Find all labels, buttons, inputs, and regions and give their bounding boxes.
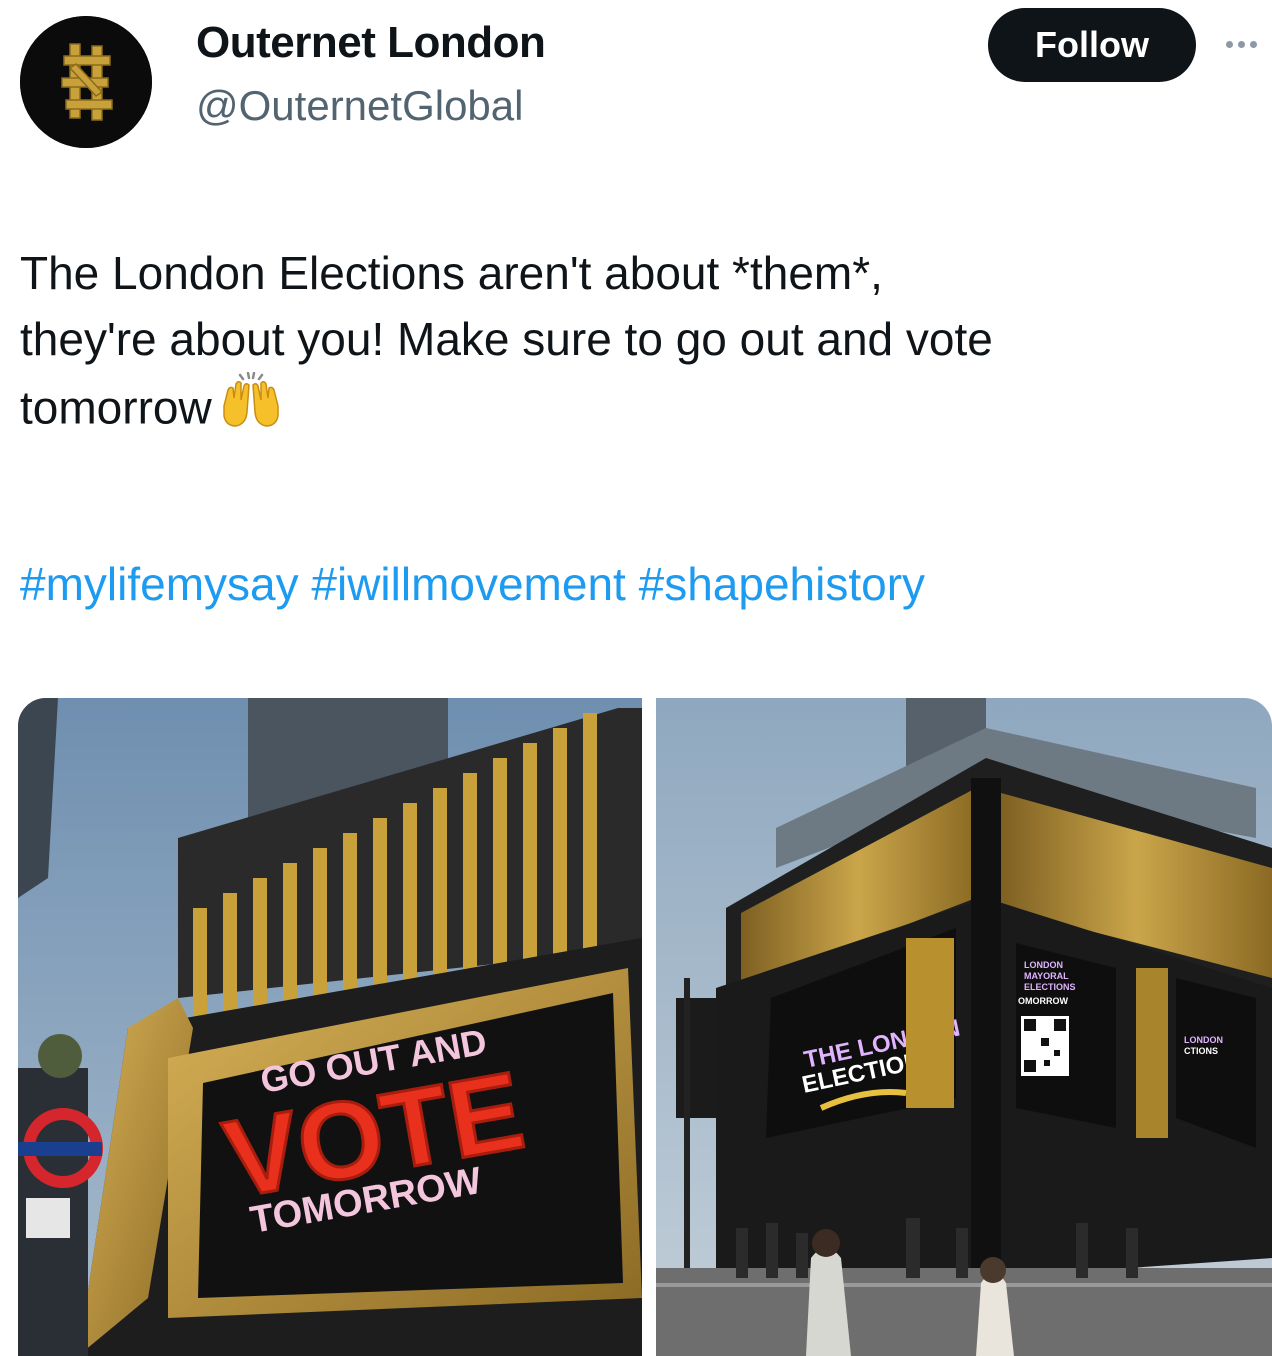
hashtag-mylifemysay[interactable]: #mylifemysay (20, 558, 299, 610)
follow-button[interactable]: Follow (988, 8, 1196, 82)
tweet-line: tomorrow (20, 371, 1250, 451)
tweet-line: The London Elections aren't about *them*… (20, 247, 883, 299)
screen-far-2: CTIONS (1184, 1046, 1218, 1056)
raising-hands-icon (218, 371, 284, 451)
outernet-logo-icon (20, 16, 152, 148)
tweet-line: they're about you! Make sure to go out a… (20, 313, 993, 365)
more-options-icon[interactable] (1226, 26, 1272, 62)
screen-side-2: MAYORAL (1024, 971, 1069, 981)
tweet-line-text: tomorrow (20, 381, 212, 434)
avatar[interactable] (20, 16, 152, 148)
screen-side-1: LONDON (1024, 960, 1063, 970)
more-dot (1250, 40, 1257, 48)
screen-side-3: ELECTIONS (1024, 982, 1076, 992)
hashtag-shapehistory[interactable]: #shapehistory (639, 558, 925, 610)
account-name[interactable]: Outernet London (196, 18, 546, 68)
hashtags: #mylifemysay #iwillmovement #shapehistor… (20, 554, 925, 614)
more-dot (1238, 40, 1245, 48)
photo-right[interactable]: THE LONDON ELECTIONS LONDON MAYORAL ELEC… (656, 698, 1272, 1356)
screen-far-1: LONDON (1184, 1035, 1223, 1045)
photo-left[interactable]: GO OUT AND VOTE TOMORROW (18, 698, 642, 1356)
hashtag-iwillmovement[interactable]: #iwillmovement (311, 558, 625, 610)
screen-side-4: OMORROW (1018, 996, 1068, 1006)
account-handle[interactable]: @OuternetGlobal (196, 82, 523, 130)
more-dot (1226, 40, 1233, 48)
tweet-text: The London Elections aren't about *them*… (20, 240, 1250, 451)
